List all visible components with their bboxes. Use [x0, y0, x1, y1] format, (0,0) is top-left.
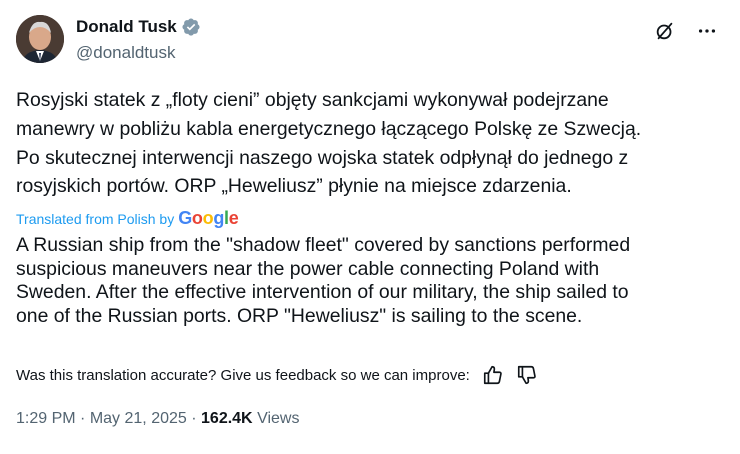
translation-attribution[interactable]: Translated from Polish by Google [16, 208, 239, 229]
post-original-text: Rosyjski statek z „floty cieni” objęty s… [16, 89, 642, 198]
post-meta: 1:29 PM · May 21, 2025 · 162.4K Views [16, 410, 299, 428]
verified-badge-icon [181, 17, 201, 37]
thumbs-up-icon[interactable] [482, 364, 504, 386]
views-label: Views [257, 410, 300, 427]
post-translated-text: A Russian ship from the "shadow fleet" c… [16, 234, 631, 327]
avatar-image [16, 15, 64, 63]
translated-from-label[interactable]: Translated from Polish by [16, 211, 174, 227]
feedback-prompt: Was this translation accurate? Give us f… [16, 366, 470, 384]
grok-icon[interactable] [654, 20, 676, 42]
avatar[interactable] [16, 15, 64, 63]
translation-feedback: Was this translation accurate? Give us f… [16, 364, 538, 386]
google-logo: Google [178, 208, 239, 228]
more-options-icon[interactable] [696, 20, 718, 42]
top-actions [654, 20, 718, 42]
author-handle[interactable]: @donaldtusk [76, 43, 176, 63]
post-date[interactable]: May 21, 2025 [90, 410, 187, 427]
meta-separator: · [80, 410, 86, 427]
meta-separator: · [191, 410, 197, 427]
views-count: 162.4K [201, 410, 253, 427]
author-name-row[interactable]: Donald Tusk [76, 17, 201, 37]
thumbs-down-icon[interactable] [516, 364, 538, 386]
author-display-name[interactable]: Donald Tusk [76, 17, 177, 37]
post-time[interactable]: 1:29 PM [16, 410, 76, 427]
